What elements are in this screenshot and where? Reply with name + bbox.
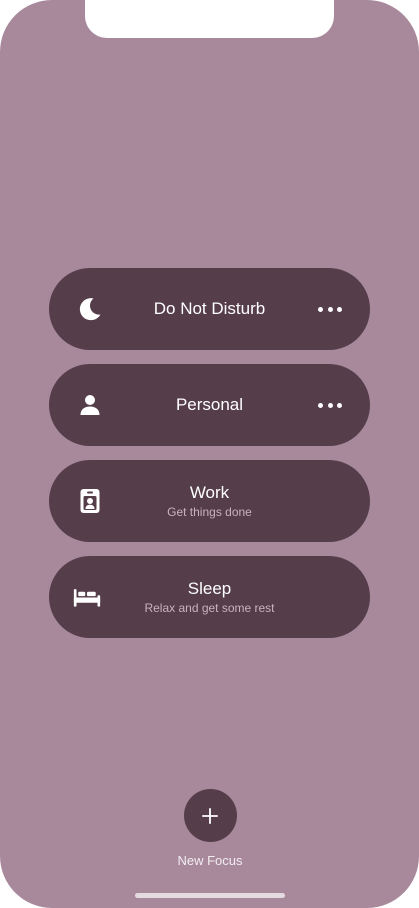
focus-title: Do Not Disturb xyxy=(153,299,266,318)
focus-list: Do Not Disturb Personal Work Get things … xyxy=(49,268,370,652)
focus-row-sleep[interactable]: Sleep Relax and get some rest xyxy=(49,556,370,638)
focus-title: Work xyxy=(189,482,230,502)
bed-icon xyxy=(73,583,101,611)
more-dot-icon xyxy=(318,306,323,312)
focus-row-do-not-disturb[interactable]: Do Not Disturb xyxy=(49,268,370,350)
focus-title: Personal xyxy=(175,395,244,414)
new-focus-label: New Focus xyxy=(177,853,243,868)
more-dot-icon xyxy=(327,402,333,408)
more-options-button[interactable] xyxy=(318,299,342,319)
focus-subtitle: Get things done xyxy=(167,504,252,519)
focus-row-personal[interactable]: Personal xyxy=(49,364,370,446)
screen: Do Not Disturb Personal Work Get things … xyxy=(0,0,419,908)
home-indicator[interactable] xyxy=(135,893,285,898)
badge-icon xyxy=(76,487,104,515)
more-dot-icon xyxy=(337,306,342,312)
notch xyxy=(85,0,334,38)
focus-title: Sleep xyxy=(187,578,232,598)
more-dot-icon xyxy=(327,306,333,312)
moon-icon xyxy=(76,295,104,323)
more-options-button[interactable] xyxy=(318,395,342,415)
focus-row-work[interactable]: Work Get things done xyxy=(49,460,370,542)
new-focus: New Focus xyxy=(165,785,255,868)
focus-subtitle: Relax and get some rest xyxy=(144,600,275,615)
plus-icon xyxy=(202,807,218,824)
person-icon xyxy=(76,391,104,419)
more-dot-icon xyxy=(337,402,342,408)
more-dot-icon xyxy=(318,402,323,408)
new-focus-button[interactable] xyxy=(183,789,237,842)
